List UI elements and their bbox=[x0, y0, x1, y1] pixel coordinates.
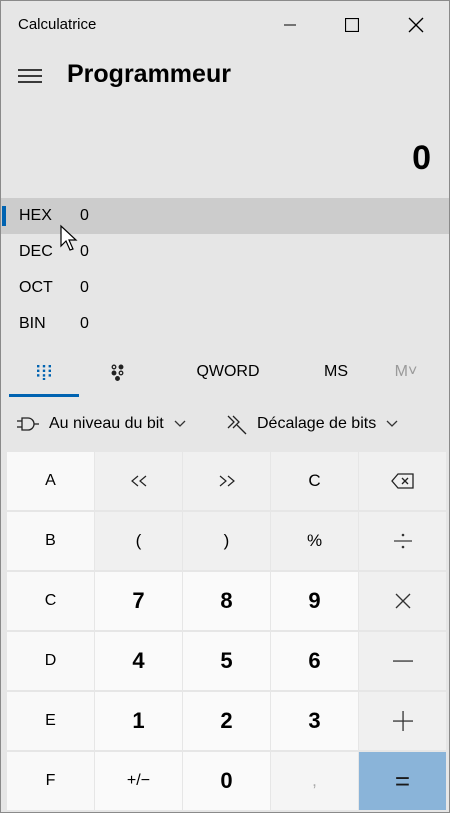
key-open-paren[interactable]: ( bbox=[95, 512, 182, 570]
minimize-button[interactable] bbox=[267, 1, 313, 49]
chevron-down-icon bbox=[386, 420, 398, 428]
calculator-window: Calculatrice Programmeur 0 HEX 0 DEC 0 O… bbox=[0, 0, 450, 813]
key-5[interactable]: 5 bbox=[183, 632, 270, 690]
key-subtract[interactable] bbox=[359, 632, 446, 690]
bit-shift-label: Décalage de bits bbox=[257, 415, 377, 432]
key-0[interactable]: 0 bbox=[183, 752, 270, 810]
radix-label: HEX bbox=[19, 207, 52, 224]
close-button[interactable] bbox=[393, 1, 439, 49]
maximize-button[interactable] bbox=[329, 1, 375, 49]
tab-full-keypad[interactable] bbox=[9, 349, 79, 395]
memory-store-button[interactable]: MS bbox=[306, 349, 366, 395]
key-7[interactable]: 7 bbox=[95, 572, 182, 630]
hamburger-menu-button[interactable] bbox=[11, 59, 49, 93]
key-percent[interactable]: % bbox=[271, 512, 358, 570]
active-tab-indicator bbox=[9, 394, 79, 397]
key-9[interactable]: 9 bbox=[271, 572, 358, 630]
key-decimal[interactable]: , bbox=[271, 752, 358, 810]
mode-title: Programmeur bbox=[67, 60, 231, 88]
key-close-paren[interactable]: ) bbox=[183, 512, 270, 570]
word-size-button[interactable]: QWORD bbox=[183, 349, 273, 395]
key-6[interactable]: 6 bbox=[271, 632, 358, 690]
key-a[interactable]: A bbox=[7, 452, 94, 510]
key-left-shift[interactable] bbox=[95, 452, 182, 510]
hamburger-icon bbox=[18, 69, 42, 83]
plus-icon bbox=[392, 711, 413, 731]
chevron-down-icon bbox=[174, 420, 186, 428]
keypad-tab-strip: QWORD MS M˅ bbox=[1, 349, 449, 397]
minimize-icon bbox=[284, 24, 296, 26]
key-d[interactable]: D bbox=[7, 632, 94, 690]
multiply-icon bbox=[395, 593, 410, 609]
bitwise-dropdown[interactable]: Au niveau du bit bbox=[17, 406, 186, 442]
key-4[interactable]: 4 bbox=[95, 632, 182, 690]
key-2[interactable]: 2 bbox=[183, 692, 270, 750]
memory-view-button[interactable]: M˅ bbox=[376, 349, 436, 395]
key-e[interactable]: E bbox=[7, 692, 94, 750]
key-f[interactable]: F bbox=[7, 752, 94, 810]
key-equals[interactable]: = bbox=[359, 752, 446, 810]
window-title: Calculatrice bbox=[18, 16, 97, 33]
key-negate[interactable]: +/− bbox=[95, 752, 182, 810]
radix-label: BIN bbox=[19, 315, 46, 332]
right-shift-icon bbox=[219, 475, 235, 487]
key-8[interactable]: 8 bbox=[183, 572, 270, 630]
key-clear[interactable]: C bbox=[271, 452, 358, 510]
key-add[interactable] bbox=[359, 692, 446, 750]
minus-icon bbox=[392, 660, 413, 662]
radix-label: OCT bbox=[19, 279, 53, 296]
radix-value: 0 bbox=[80, 243, 89, 260]
key-3[interactable]: 3 bbox=[271, 692, 358, 750]
key-right-shift[interactable] bbox=[183, 452, 270, 510]
backspace-icon bbox=[390, 473, 414, 489]
bitwise-label: Au niveau du bit bbox=[49, 415, 164, 432]
tab-bit-toggling-keypad[interactable] bbox=[83, 349, 153, 395]
key-c-hex[interactable]: C bbox=[7, 572, 94, 630]
divide-icon bbox=[393, 533, 412, 549]
radix-value: 0 bbox=[80, 207, 89, 224]
bit-toggle-icon bbox=[111, 364, 124, 381]
radix-value: 0 bbox=[80, 279, 89, 296]
radix-row-bin[interactable]: BIN 0 bbox=[1, 306, 449, 342]
calculator-keypad: A C B ( ) % C 7 8 9 D 4 5 6 E 1 2 3 F +/… bbox=[7, 452, 446, 810]
radix-label: DEC bbox=[19, 243, 53, 260]
selected-indicator bbox=[2, 206, 6, 226]
mouse-cursor-icon bbox=[60, 224, 78, 251]
bit-shift-icon bbox=[225, 413, 247, 435]
maximize-icon bbox=[345, 18, 359, 32]
logic-gate-icon bbox=[17, 416, 39, 432]
key-backspace[interactable] bbox=[359, 452, 446, 510]
key-divide[interactable] bbox=[359, 512, 446, 570]
title-bar: Calculatrice bbox=[1, 1, 449, 49]
left-shift-icon bbox=[130, 475, 146, 487]
key-1[interactable]: 1 bbox=[95, 692, 182, 750]
result-display: 0 bbox=[412, 139, 431, 177]
radix-row-oct[interactable]: OCT 0 bbox=[1, 270, 449, 306]
radix-value: 0 bbox=[80, 315, 89, 332]
key-multiply[interactable] bbox=[359, 572, 446, 630]
bit-shift-dropdown[interactable]: Décalage de bits bbox=[225, 406, 398, 442]
keypad-grid-icon bbox=[37, 365, 51, 380]
key-b[interactable]: B bbox=[7, 512, 94, 570]
close-icon bbox=[408, 17, 424, 33]
